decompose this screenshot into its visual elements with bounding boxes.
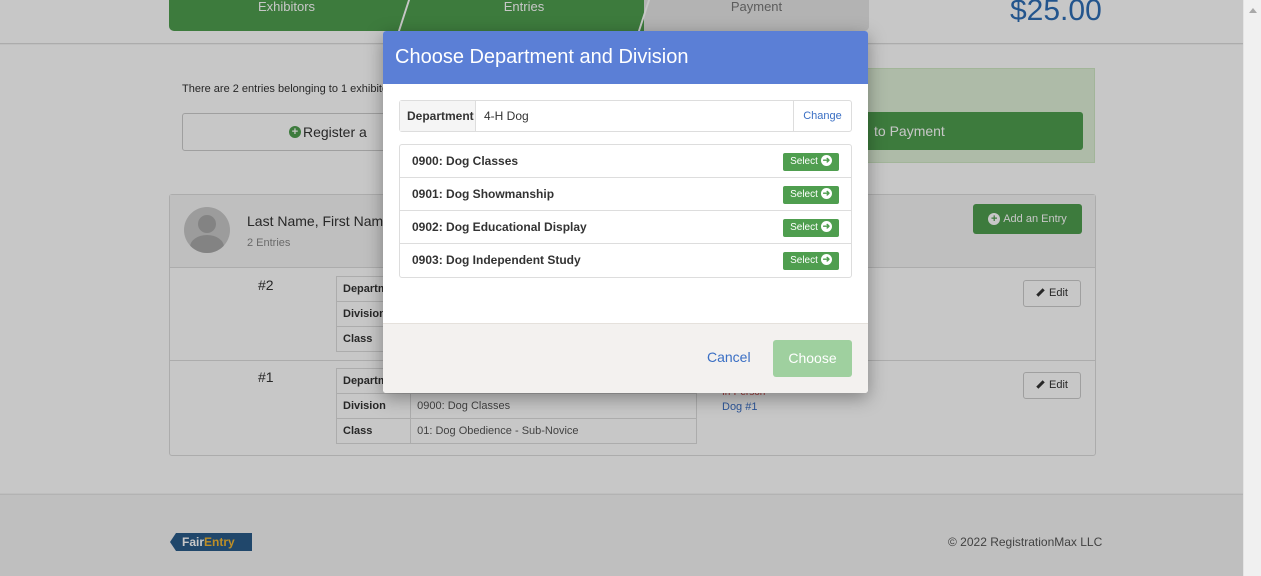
arrow-right-circle-icon: ➜ [820, 253, 832, 265]
choose-button[interactable]: Choose [773, 340, 852, 377]
arrow-right-circle-icon: ➜ [820, 187, 832, 199]
select-label: Select [790, 255, 818, 266]
select-division-button[interactable]: Select ➜ [783, 186, 839, 204]
select-division-button[interactable]: Select ➜ [783, 252, 839, 270]
select-division-button[interactable]: Select ➜ [783, 153, 839, 171]
select-label: Select [790, 189, 818, 200]
choose-department-dialog: Choose Department and Division Departmen… [383, 31, 868, 393]
division-name: 0902: Dog Educational Display [412, 220, 587, 234]
cancel-button[interactable]: Cancel [707, 349, 751, 365]
list-item: 0903: Dog Independent Study Select ➜ [400, 244, 851, 277]
department-value: 4-H Dog [484, 109, 529, 123]
list-item: 0902: Dog Educational Display Select ➜ [400, 211, 851, 244]
department-selector: Department 4-H Dog Change [399, 100, 852, 132]
select-division-button[interactable]: Select ➜ [783, 219, 839, 237]
dialog-footer: Cancel Choose [383, 323, 868, 393]
page: Exhibitors Entries Payment $25.00 There … [0, 0, 1243, 576]
division-name: 0903: Dog Independent Study [412, 253, 581, 267]
division-name: 0901: Dog Showmanship [412, 187, 555, 201]
arrow-right-circle-icon: ➜ [820, 154, 832, 166]
vertical-scrollbar[interactable] [1243, 0, 1261, 576]
department-label: Department [400, 101, 476, 131]
division-name: 0900: Dog Classes [412, 154, 519, 168]
select-label: Select [790, 222, 818, 233]
change-department-link[interactable]: Change [793, 101, 851, 131]
dialog-title: Choose Department and Division [383, 31, 868, 84]
division-list: 0900: Dog Classes Select ➜ 0901: Dog Show… [399, 144, 852, 278]
arrow-right-circle-icon: ➜ [820, 220, 832, 232]
list-item: 0901: Dog Showmanship Select ➜ [400, 178, 851, 211]
select-label: Select [790, 156, 818, 167]
list-item: 0900: Dog Classes Select ➜ [400, 145, 851, 178]
scroll-up-arrow-icon[interactable] [1249, 8, 1257, 13]
